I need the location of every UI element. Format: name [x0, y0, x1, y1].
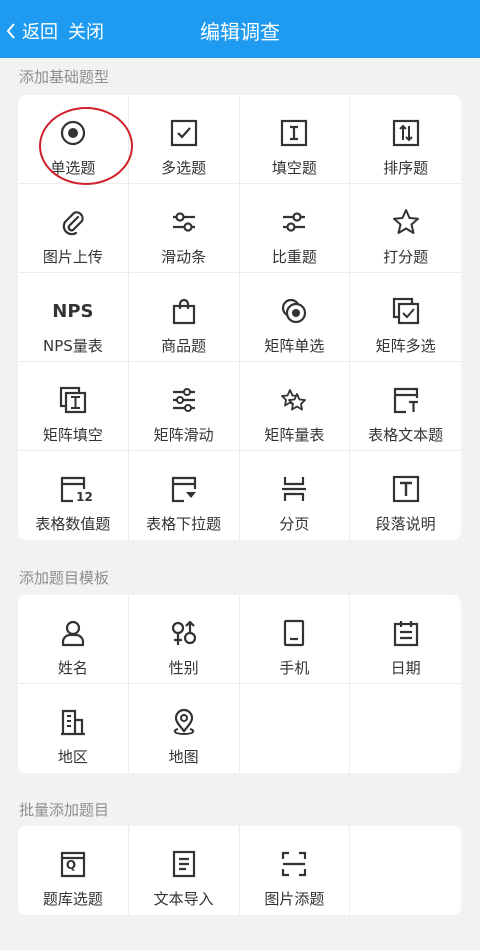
item-label: 填空题: [271, 159, 317, 177]
item-label: 表格下拉题: [146, 515, 222, 533]
item-text-import[interactable]: 文本导入: [129, 826, 240, 915]
item-sort[interactable]: 排序题: [350, 95, 461, 184]
matrix-scale-icon: [278, 384, 310, 416]
batch-card: Q 题库选题 文本导入 图片添题: [18, 826, 461, 915]
nps-icon: NPS: [52, 300, 94, 322]
item-region[interactable]: 地区: [18, 684, 129, 773]
item-paragraph[interactable]: 段落说明: [350, 451, 461, 540]
item-label: 打分题: [383, 248, 429, 266]
item-slider[interactable]: 滑动条: [128, 184, 240, 273]
item-label: 图片上传: [42, 248, 103, 266]
section-label-basic: 添加基础题型: [19, 68, 110, 86]
shopping-bag-icon: [168, 295, 200, 327]
table-dropdown-icon: [168, 473, 200, 505]
matrix-fill-icon: [57, 384, 89, 416]
item-label: 性别: [168, 659, 199, 677]
item-weight[interactable]: 比重题: [239, 184, 351, 273]
item-label: 矩阵单选: [264, 337, 325, 355]
item-rating[interactable]: 打分题: [350, 184, 461, 273]
item-image-upload[interactable]: 图片上传: [18, 184, 129, 273]
item-label: 矩阵多选: [375, 337, 436, 355]
item-label: 手机: [279, 659, 310, 677]
item-label: 姓名: [57, 659, 88, 677]
question-bank-icon: Q: [57, 848, 89, 880]
item-label: 图片添题: [264, 890, 325, 908]
matrix-checkbox-icon: [390, 295, 422, 327]
phone-icon: [278, 617, 310, 649]
document-icon: [168, 848, 200, 880]
empty-cell: [240, 684, 351, 773]
templates-card: 姓名 性别 手机 日期 地区 地图: [18, 595, 461, 773]
calendar-icon: [390, 617, 422, 649]
item-page-break[interactable]: 分页: [240, 451, 351, 540]
item-multiple-choice[interactable]: 多选题: [128, 95, 240, 184]
item-label: 矩阵量表: [264, 426, 325, 444]
item-label: 商品题: [161, 337, 207, 355]
item-label: NPS量表: [42, 337, 103, 355]
header-bar: 返回 关闭 编辑调查: [0, 0, 480, 58]
item-label: 排序题: [383, 159, 429, 177]
empty-cell: [350, 826, 461, 915]
section-label-templates: 添加题目模板: [19, 569, 110, 587]
matrix-radio-icon: [278, 295, 310, 327]
item-image-add[interactable]: 图片添题: [240, 826, 351, 915]
item-label: 地区: [57, 748, 88, 766]
page-title: 编辑调查: [200, 20, 280, 44]
person-icon: [57, 617, 89, 649]
paperclip-icon: [57, 206, 89, 238]
page-break-icon: [278, 473, 310, 505]
item-table-dropdown[interactable]: 表格下拉题: [129, 451, 240, 540]
item-date[interactable]: 日期: [350, 595, 461, 684]
gender-icon: [168, 617, 200, 649]
annotation-circle: [39, 107, 133, 185]
item-label: 段落说明: [375, 515, 436, 533]
building-icon: [57, 706, 89, 738]
item-label: 地图: [168, 748, 199, 766]
item-label: 矩阵滑动: [153, 426, 214, 444]
scan-icon: [278, 848, 310, 880]
item-matrix-slider[interactable]: 矩阵滑动: [128, 362, 240, 451]
item-label: 日期: [390, 659, 421, 677]
text-field-icon: [278, 117, 310, 149]
checkbox-icon: [168, 117, 200, 149]
star-icon: [390, 206, 422, 238]
item-table-number[interactable]: 12 表格数值题: [18, 451, 129, 540]
item-matrix-single[interactable]: 矩阵单选: [239, 273, 351, 362]
item-label: 矩阵填空: [42, 426, 103, 444]
section-label-batch: 批量添加题目: [19, 801, 110, 819]
item-gender[interactable]: 性别: [128, 595, 240, 684]
sort-icon: [390, 117, 422, 149]
slider-icon: [168, 206, 200, 238]
item-label: 表格数值题: [35, 515, 111, 533]
item-nps[interactable]: NPS NPS量表: [18, 273, 129, 362]
item-matrix-scale[interactable]: 矩阵量表: [239, 362, 351, 451]
item-map[interactable]: 地图: [129, 684, 240, 773]
item-fill-blank[interactable]: 填空题: [239, 95, 351, 184]
item-matrix-fill[interactable]: 矩阵填空: [18, 362, 129, 451]
item-question-bank[interactable]: Q 题库选题: [18, 826, 129, 915]
empty-cell: [350, 684, 461, 773]
item-matrix-multiple[interactable]: 矩阵多选: [350, 273, 461, 362]
table-number-icon: 12: [57, 473, 93, 505]
item-label: 表格文本题: [368, 426, 444, 444]
item-label: 分页: [279, 515, 310, 533]
item-label: 滑动条: [161, 248, 207, 266]
item-label: 比重题: [271, 248, 317, 266]
item-label: 题库选题: [42, 890, 103, 908]
item-product[interactable]: 商品题: [128, 273, 240, 362]
item-table-text[interactable]: 表格文本题: [350, 362, 461, 451]
matrix-slider-icon: [168, 384, 200, 416]
weight-icon: [278, 206, 310, 238]
map-pin-icon: [168, 706, 200, 738]
paragraph-icon: [390, 473, 422, 505]
item-phone[interactable]: 手机: [239, 595, 351, 684]
table-text-icon: [390, 384, 422, 416]
item-label: 文本导入: [153, 890, 214, 908]
item-name[interactable]: 姓名: [18, 595, 129, 684]
item-label: 多选题: [161, 159, 207, 177]
